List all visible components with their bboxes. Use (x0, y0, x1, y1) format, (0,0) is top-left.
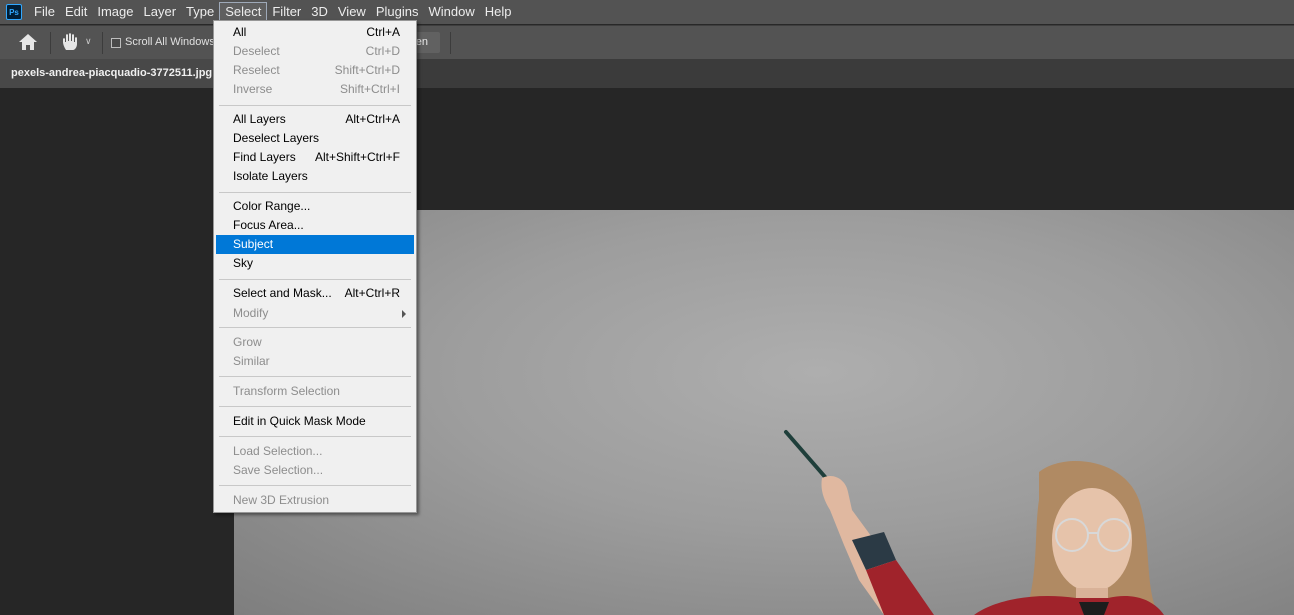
toolbar-divider (102, 32, 103, 54)
menu-item-subject[interactable]: Subject (216, 235, 414, 254)
menu-separator (219, 406, 411, 407)
menu-separator (219, 436, 411, 437)
menu-item-deselect-layers[interactable]: Deselect Layers (216, 129, 414, 148)
menu-type[interactable]: Type (181, 2, 219, 22)
menu-item-new-3d-extrusion[interactable]: New 3D Extrusion (216, 491, 414, 510)
menu-bar: Ps File Edit Image Layer Type Select Fil… (0, 0, 1294, 24)
menu-separator (219, 327, 411, 328)
menu-item-focus-area[interactable]: Focus Area... (216, 216, 414, 235)
menu-item-find-layers[interactable]: Find Layers Alt+Shift+Ctrl+F (216, 148, 414, 167)
menu-item-all[interactable]: All Ctrl+A (216, 23, 414, 42)
menu-item-color-range[interactable]: Color Range... (216, 197, 414, 216)
menu-item-sky[interactable]: Sky (216, 254, 414, 273)
menu-item-transform-selection[interactable]: Transform Selection (216, 382, 414, 401)
menu-item-modify[interactable]: Modify (216, 304, 414, 323)
document-tab-bar: pexels-andrea-piacquadio-3772511.jpg (0, 59, 1294, 88)
menu-layer[interactable]: Layer (139, 2, 182, 22)
menu-item-load-selection[interactable]: Load Selection... (216, 442, 414, 461)
menu-item-similar[interactable]: Similar (216, 352, 414, 371)
menu-separator (219, 105, 411, 106)
menu-item-save-selection[interactable]: Save Selection... (216, 461, 414, 480)
menu-item-all-layers[interactable]: All Layers Alt+Ctrl+A (216, 110, 414, 129)
document-tab[interactable]: pexels-andrea-piacquadio-3772511.jpg (0, 59, 215, 88)
menu-item-deselect[interactable]: Deselect Ctrl+D (216, 42, 414, 61)
menu-image[interactable]: Image (92, 2, 138, 22)
fill-screen-button-label: en (415, 36, 428, 48)
menu-item-select-and-mask[interactable]: Select and Mask... Alt+Ctrl+R (216, 284, 414, 303)
menu-item-isolate-layers[interactable]: Isolate Layers (216, 167, 414, 186)
menu-3d[interactable]: 3D (306, 2, 333, 22)
menu-item-quick-mask[interactable]: Edit in Quick Mask Mode (216, 412, 414, 431)
scroll-all-windows-checkbox[interactable] (111, 38, 121, 48)
select-menu-dropdown: All Ctrl+A Deselect Ctrl+D Reselect Shift+C… (213, 20, 417, 513)
submenu-arrow-icon (402, 310, 406, 318)
options-bar: ∨ Scroll All Windows en (0, 25, 1294, 59)
menu-window[interactable]: Window (423, 2, 479, 22)
toolbar-divider (50, 32, 51, 54)
menu-filter[interactable]: Filter (267, 2, 306, 22)
menu-separator (219, 485, 411, 486)
menu-item-grow[interactable]: Grow (216, 333, 414, 352)
scroll-all-windows-label: Scroll All Windows (125, 36, 215, 48)
menu-item-reselect[interactable]: Reselect Shift+Ctrl+D (216, 61, 414, 80)
menu-separator (219, 376, 411, 377)
menu-plugins[interactable]: Plugins (371, 2, 424, 22)
home-icon[interactable] (18, 33, 38, 51)
menu-item-inverse[interactable]: Inverse Shift+Ctrl+I (216, 80, 414, 99)
menu-file[interactable]: File (29, 2, 60, 22)
menu-help[interactable]: Help (480, 2, 517, 22)
menu-select[interactable]: Select (219, 2, 268, 22)
photoshop-logo-icon: Ps (6, 4, 22, 20)
menu-view[interactable]: View (333, 2, 371, 22)
menu-separator (219, 279, 411, 280)
menu-edit[interactable]: Edit (60, 2, 92, 22)
menu-separator (219, 192, 411, 193)
hand-tool-icon[interactable] (60, 32, 82, 52)
chevron-down-icon[interactable]: ∨ (85, 36, 92, 47)
toolbar-divider (450, 32, 451, 54)
